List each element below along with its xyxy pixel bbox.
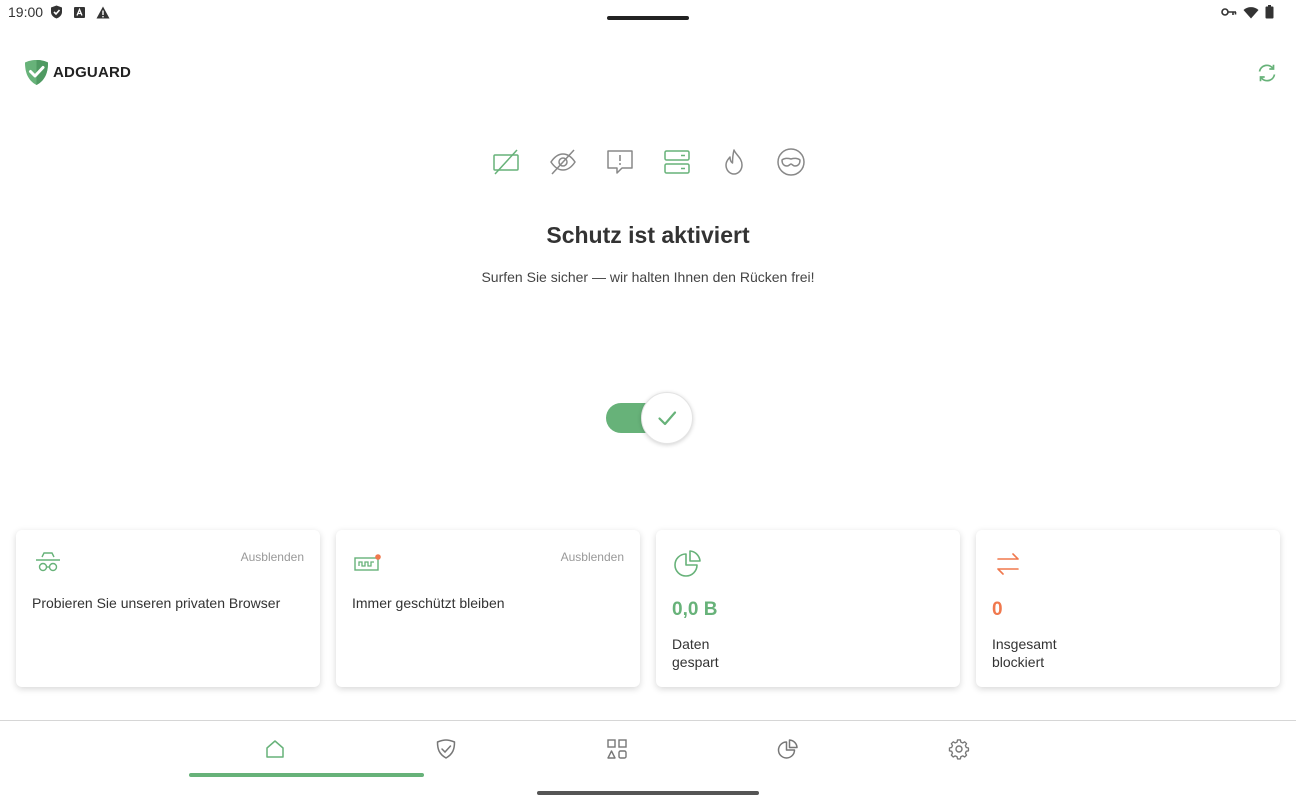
protection-status-subtitle: Surfen Sie sicher — wir halten Ihnen den… (481, 269, 815, 285)
nav-item-home[interactable] (189, 721, 360, 777)
warning-icon (96, 6, 110, 18)
refresh-button[interactable] (1256, 62, 1278, 84)
label-line-2: blockiert (992, 654, 1045, 670)
adguard-logo: ADGUARD (24, 59, 131, 86)
firewall-icon (725, 149, 743, 175)
font-a-icon (74, 6, 85, 18)
card-text: Immer geschützt bleiben (352, 595, 505, 611)
battery-icon (1265, 5, 1274, 19)
status-bar: 19:00 (0, 0, 1296, 26)
label-line-1: Daten (672, 636, 710, 652)
vpn-key-icon (1221, 8, 1237, 16)
protection-status-title: Schutz ist aktiviert (546, 222, 750, 248)
total-blocked-label: Insgesamt blockiert (992, 635, 1112, 671)
card-hide-button[interactable]: Ausblenden (241, 550, 304, 564)
label-line-2: gespart (672, 654, 719, 670)
status-time: 19:00 (8, 4, 44, 20)
app-root: 19:00 ADGUARD Schutz ist aktiviert Surfe… (0, 0, 1296, 810)
adguard-shield-icon (25, 60, 48, 85)
feature-annoyances[interactable] (604, 146, 636, 178)
card-hide-button[interactable]: Ausblenden (561, 550, 624, 564)
feature-tracking-protection[interactable] (547, 146, 579, 178)
settings-gear-icon (948, 739, 969, 760)
checkmark-icon (658, 411, 677, 426)
card-data-saved[interactable]: 0,0 B Daten gespart (656, 530, 960, 687)
protection-features (490, 146, 807, 178)
annoyances-icon (607, 150, 633, 174)
card-private-browser[interactable]: Ausblenden Probieren Sie unseren private… (16, 530, 320, 687)
card-always-protected[interactable]: Ausblenden Immer geschützt bleiben (336, 530, 640, 687)
logo-text: ADGUARD (53, 64, 132, 81)
data-saved-value: 0,0 B (672, 599, 718, 620)
license-ticket-icon (354, 554, 381, 571)
bottom-navigation (189, 721, 1107, 778)
card-total-blocked[interactable]: 0 Insgesamt blockiert (976, 530, 1280, 687)
feature-ad-blocking[interactable] (490, 146, 522, 178)
wifi-icon (1243, 6, 1259, 19)
shield-check-icon (51, 5, 62, 19)
pie-chart-icon (674, 550, 701, 577)
toggle-knob (641, 392, 693, 444)
home-icon (265, 740, 284, 758)
gesture-home-bar[interactable] (537, 791, 759, 795)
nav-item-settings[interactable] (873, 721, 1044, 777)
status-icons-left (50, 5, 110, 19)
camera-pill (607, 16, 689, 20)
ad-blocking-icon (493, 149, 519, 175)
transfer-arrows-icon (997, 553, 1019, 575)
nav-item-protection[interactable] (360, 721, 531, 777)
protection-toggle[interactable] (606, 392, 694, 444)
feature-firewall[interactable] (718, 146, 750, 178)
incognito-icon (36, 552, 60, 572)
feature-dns-protection[interactable] (661, 146, 693, 178)
apps-shapes-icon (606, 739, 627, 759)
tracking-protection-icon (550, 149, 576, 175)
label-line-1: Insgesamt (992, 636, 1057, 652)
info-cards: Ausblenden Probieren Sie unseren private… (16, 530, 1280, 687)
nav-item-apps[interactable] (531, 721, 702, 777)
shield-check-icon (436, 739, 455, 759)
statistics-pie-icon (777, 739, 798, 759)
dns-protection-icon (664, 150, 690, 174)
nav-active-indicator (189, 773, 424, 777)
card-text: Probieren Sie unseren privaten Browser (32, 595, 281, 611)
nav-item-statistics[interactable] (702, 721, 873, 777)
status-icons-right (1221, 5, 1274, 19)
stealth-mode-icon (777, 148, 805, 176)
refresh-icon (1258, 64, 1276, 82)
feature-stealth-mode[interactable] (775, 146, 807, 178)
data-saved-label: Daten gespart (672, 635, 792, 671)
total-blocked-value: 0 (992, 599, 1003, 620)
